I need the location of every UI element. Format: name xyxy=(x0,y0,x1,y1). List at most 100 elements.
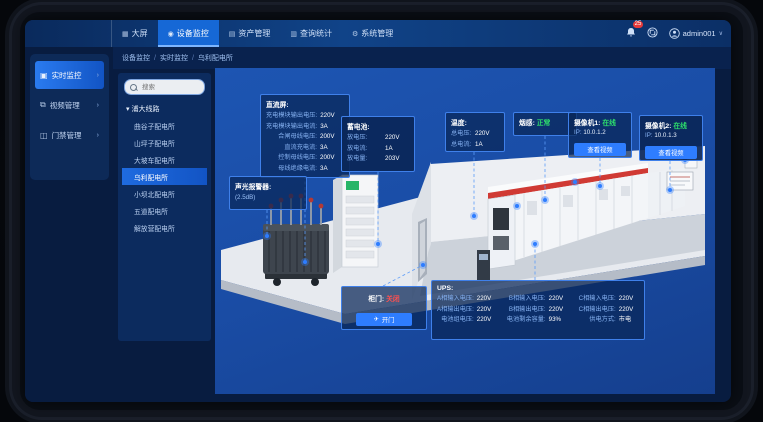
breadcrumb-separator: / xyxy=(192,55,194,62)
field-value: 220V xyxy=(549,305,573,316)
field-label: 电池组电压: xyxy=(437,315,474,326)
sidebar-item-realtime-monitor[interactable]: ▣ 实时监控 › xyxy=(35,61,104,89)
camera1-panel: 摄像机1: 在线 IP: 10.0.1.2 查看视频 xyxy=(568,112,632,158)
field-label: 合闸母线电压: xyxy=(266,132,317,143)
battery-panel: 蓄电池: 放电压:220V 放电流:1A 放电量:203V xyxy=(341,116,415,172)
stats-icon: ▥ xyxy=(290,30,297,38)
camera2-panel: 摄像机2: 在线 IP: 10.0.1.3 查看视频 xyxy=(639,115,703,161)
field-value: 1A xyxy=(385,144,409,155)
realtime-monitor-icon: ▣ xyxy=(40,71,48,80)
app-window: ▦大屏 ◉设备监控 ▤资产管理 ▥查询统计 ⚙系统管理 25 admin001 … xyxy=(25,20,731,402)
field-value: 93% xyxy=(549,315,573,326)
avatar-icon xyxy=(669,28,680,39)
video-manage-icon: ⧉ xyxy=(40,100,46,110)
field-value: 220V xyxy=(477,315,501,326)
cabinet-panel xyxy=(493,236,509,250)
tree-group-label: 浦大线路 xyxy=(131,106,159,113)
view-video-button[interactable]: 查看视频 xyxy=(574,143,626,156)
chevron-right-icon: › xyxy=(97,132,99,139)
tree-item[interactable]: 解放营配电所 xyxy=(122,219,207,236)
panel-title: 烟感: xyxy=(519,120,535,127)
chevron-right-icon: › xyxy=(97,72,99,79)
tab-label: 查询统计 xyxy=(300,28,332,39)
panel-title: 直流屏: xyxy=(266,99,344,109)
tree-item[interactable]: 小坝北配电所 xyxy=(122,185,207,202)
camera-ip: IP: 10.0.1.3 xyxy=(645,132,697,139)
top-navbar: ▦大屏 ◉设备监控 ▤资产管理 ▥查询统计 ⚙系统管理 25 admin001 … xyxy=(25,20,731,47)
tree-search[interactable] xyxy=(124,79,205,95)
breadcrumb-item: 乌利配电所 xyxy=(198,53,233,63)
breadcrumb-item[interactable]: 实时监控 xyxy=(160,53,188,63)
alarm-panel: 声光报警器: (2.5dB) xyxy=(229,176,307,210)
field-label: 充电模块输出电压: xyxy=(266,111,317,122)
sidebar-item-label: 门禁管理 xyxy=(52,130,82,141)
view-video-button[interactable]: 查看视频 xyxy=(645,146,697,159)
room-door-panel xyxy=(420,221,425,278)
sidebar-item-label: 实时监控 xyxy=(52,70,82,81)
search-input[interactable] xyxy=(140,83,199,92)
user-menu[interactable]: admin001 ∨ xyxy=(669,28,723,39)
fullscreen-icon[interactable] xyxy=(647,25,658,43)
tab-asset-manage[interactable]: ▤资产管理 xyxy=(219,20,281,47)
field-value: 220V xyxy=(475,129,499,140)
field-value: 市电 xyxy=(619,315,643,326)
breadcrumb: 设备监控/ 实时监控/ 乌利配电所 xyxy=(113,47,731,69)
nav-tabs: ▦大屏 ◉设备监控 ▤资产管理 ▥查询统计 ⚙系统管理 xyxy=(112,20,403,47)
notification-bell-icon[interactable]: 25 xyxy=(626,25,636,43)
asset-icon: ▤ xyxy=(229,30,236,38)
field-value: 220V xyxy=(477,305,501,316)
nav-right-cluster: 25 admin001 ∨ xyxy=(626,20,723,47)
tree-item[interactable]: 大坡车配电所 xyxy=(122,151,207,168)
panel-title: UPS: xyxy=(437,285,639,292)
tree-group[interactable]: ▾ 浦大线路 xyxy=(122,101,207,117)
sidebar-item-access-control[interactable]: ◫ 门禁管理 › xyxy=(35,121,104,149)
field-label: 母线绝缘电流: xyxy=(266,164,317,175)
field-value: 220V xyxy=(619,294,643,305)
battery-screen xyxy=(346,181,359,190)
open-door-button[interactable]: ✈开门 xyxy=(356,313,412,326)
station-tree-panel: ▾ 浦大线路 曲谷子配电所 山坪子配电所 大坡车配电所 乌利配电所 小坝北配电所… xyxy=(118,73,211,341)
panel-title: 摄像机1: xyxy=(574,120,600,127)
alarm-value: (2.5dB) xyxy=(235,193,255,204)
panel-title: 摄像机2: xyxy=(645,123,671,130)
username: admin001 xyxy=(683,29,716,38)
tree-item-active[interactable]: 乌利配电所 xyxy=(122,168,207,185)
left-sidebar: ▣ 实时监控 › ⧉视频管理› ◫ 门禁管理 › xyxy=(25,47,113,402)
ip-value: 10.0.1.3 xyxy=(654,132,676,139)
tab-query-stats[interactable]: ▥查询统计 xyxy=(280,20,342,47)
ip-label: IP: xyxy=(574,129,582,136)
tab-device-monitor[interactable]: ◉设备监控 xyxy=(158,20,219,47)
tab-dashboard[interactable]: ▦大屏 xyxy=(112,20,158,47)
sidebar-item-video-manage[interactable]: ⧉视频管理› xyxy=(35,91,104,119)
tab-label: 资产管理 xyxy=(238,28,270,39)
tree-item[interactable]: 五道配电所 xyxy=(122,202,207,219)
tree-item[interactable]: 曲谷子配电所 xyxy=(122,117,207,134)
ip-label: IP: xyxy=(645,132,653,139)
main-3d-view: 直流屏: 充电模块输出电压:220V 充电模块输出电流:3A 合闸母线电压:20… xyxy=(215,68,715,394)
field-label: 控制母线电压: xyxy=(266,153,317,164)
breadcrumb-item[interactable]: 设备监控 xyxy=(122,53,150,63)
panel-title: 声光报警器: xyxy=(235,181,301,191)
open-door-icon: ✈ xyxy=(374,316,379,323)
chevron-right-icon: › xyxy=(97,102,99,109)
access-control-icon: ◫ xyxy=(40,131,48,140)
button-label: 开门 xyxy=(382,315,395,324)
field-value: 220V xyxy=(385,133,409,144)
field-label: 直流充电流: xyxy=(266,143,317,154)
camera-ip: IP: 10.0.1.2 xyxy=(574,129,626,136)
status-badge: 在线 xyxy=(673,123,687,130)
field-label: 充电模块输出电流: xyxy=(266,122,317,133)
field-label: 电池剩余容量: xyxy=(507,315,546,326)
field-label: 供电方式: xyxy=(579,315,616,326)
field-label: 放电流: xyxy=(347,144,382,155)
ip-value: 10.0.1.2 xyxy=(583,129,605,136)
door-status: 关闭 xyxy=(386,296,400,303)
field-label: A相输入电压: xyxy=(437,294,474,305)
field-value: 220V xyxy=(549,294,573,305)
tab-system-manage[interactable]: ⚙系统管理 xyxy=(342,20,403,47)
ups-panel: UPS: A相输入电压:220V A相输出电压:220V 电池组电压:220V … xyxy=(431,280,645,340)
ups-grid: A相输入电压:220V A相输出电压:220V 电池组电压:220V B相输入电… xyxy=(437,294,639,326)
search-icon xyxy=(130,84,137,91)
tree-item[interactable]: 山坪子配电所 xyxy=(122,134,207,151)
screen: ▦大屏 ◉设备监控 ▤资产管理 ▥查询统计 ⚙系统管理 25 admin001 … xyxy=(0,0,763,422)
